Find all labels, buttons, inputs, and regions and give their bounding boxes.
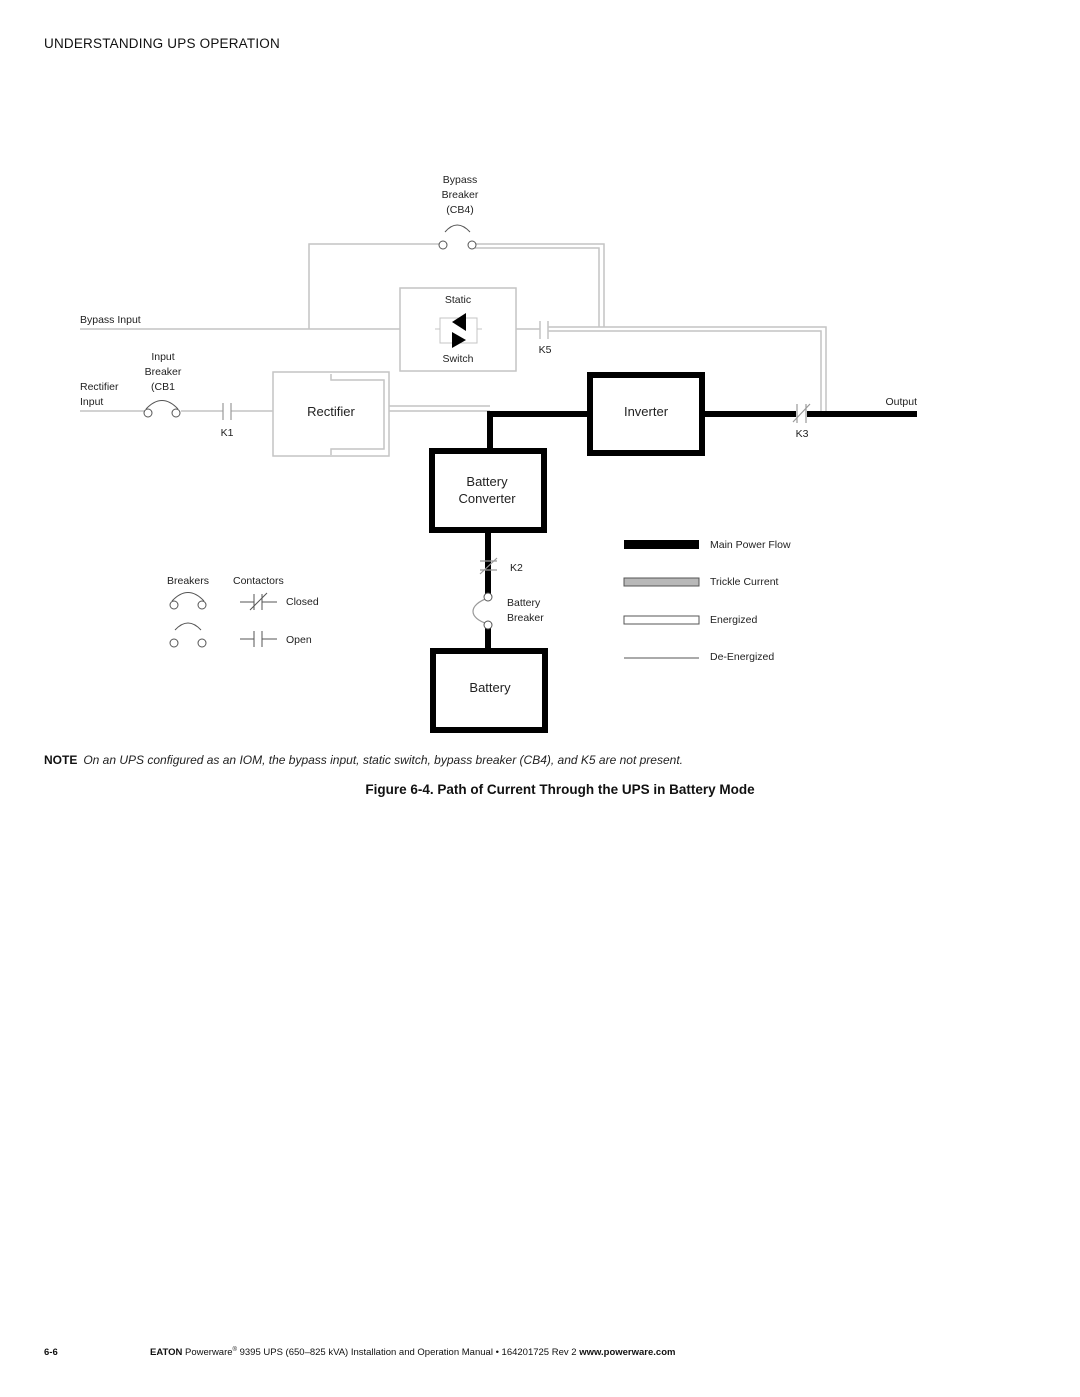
note-label: NOTE: [44, 753, 78, 767]
bypass-breaker-label-1: Bypass: [443, 174, 477, 186]
bypass-breaker-label-3: (CB4): [446, 204, 473, 216]
input-breaker-label-3: (CB1: [151, 381, 175, 393]
bypass-breaker-label-2: Breaker: [442, 189, 479, 201]
static-switch-label-bottom: Switch: [443, 353, 474, 365]
footer-product: Powerware: [185, 1347, 233, 1359]
bypass-breaker-cb4-symbol: [438, 224, 477, 250]
legend-label-main-power-flow: Main Power Flow: [710, 539, 791, 551]
k1-label: K1: [221, 427, 234, 439]
legend-label-energized: Energized: [710, 614, 757, 626]
main-flow-converter-to-inverter: [487, 411, 590, 451]
footer-url[interactable]: www.powerware.com: [579, 1347, 675, 1358]
breaker-open-icon: [169, 622, 207, 648]
rectifier-label: Rectifier: [307, 404, 355, 419]
input-breaker-label-2: Breaker: [145, 366, 182, 378]
rectifier-input-label-1: Rectifier: [80, 381, 119, 393]
legend-swatch-trickle-current: [623, 577, 700, 587]
static-switch-thyristors: [435, 313, 482, 348]
input-breaker-cb1-symbol: [143, 400, 181, 418]
legend-swatch-main-power-flow: [624, 540, 699, 549]
k1-contactor-symbol: [222, 403, 232, 420]
note: NOTE On an UPS configured as an IOM, the …: [44, 753, 683, 767]
energized-rectifier-output: [389, 405, 490, 412]
footer-brand: EATON: [150, 1347, 183, 1359]
static-switch-label-top: Static: [445, 294, 471, 306]
k5-label: K5: [539, 344, 552, 356]
battery-breaker-arc: [472, 597, 489, 625]
note-text: On an UPS configured as an IOM, the bypa…: [83, 753, 683, 767]
page-footer: 6-6 EATON Powerware® 9395 UPS (650–825 kV…: [44, 1347, 675, 1358]
open-label: Open: [286, 634, 312, 646]
bypass-branch-line: [308, 243, 441, 329]
battery-breaker-contact-bottom: [483, 620, 493, 630]
ups-battery-mode-diagram: Bypass Breaker (CB4) Static Switch K5 By…: [80, 174, 917, 733]
battery-breaker-contact-top: [483, 592, 493, 602]
page-number: 6-6: [44, 1347, 58, 1359]
battery-label: Battery: [469, 680, 511, 695]
legend-label-trickle-current: Trickle Current: [710, 576, 779, 588]
energized-bypass-path: [475, 243, 605, 327]
closed-label: Closed: [286, 596, 319, 608]
k3-label: K3: [796, 428, 809, 440]
battery-breaker-label-1: Battery: [507, 597, 541, 609]
line-legend: Main Power Flow Trickle Current Energize…: [623, 539, 791, 663]
symbol-key: Breakers Contactors Closed Open: [167, 575, 319, 648]
contactor-closed-icon: [240, 592, 277, 611]
battery-converter-label-2: Converter: [458, 491, 516, 506]
thyristor-forward-icon: [452, 332, 466, 348]
battery-converter-label-1: Battery: [466, 474, 508, 489]
output-label: Output: [885, 396, 917, 408]
legend-swatch-energized: [623, 615, 700, 625]
rectifier-input-label-2: Input: [80, 396, 103, 408]
contactor-open-icon: [240, 631, 277, 647]
breakers-header: Breakers: [167, 575, 209, 587]
bypass-input-label: Bypass Input: [80, 314, 141, 326]
inverter-label: Inverter: [624, 404, 669, 419]
thyristor-reverse-icon: [452, 313, 466, 331]
figure-caption: Figure 6-4. Path of Current Through the …: [365, 782, 755, 797]
footer-manual-info: 9395 UPS (650–825 kVA) Installation and …: [236, 1347, 580, 1359]
k2-label: K2: [510, 562, 523, 574]
legend-label-de-energized: De-Energized: [710, 651, 774, 663]
battery-breaker-label-2: Breaker: [507, 612, 544, 624]
breaker-closed-icon: [169, 592, 207, 610]
input-breaker-label-1: Input: [151, 351, 174, 363]
contactors-header: Contactors: [233, 575, 284, 587]
k5-contactor-symbol: [539, 321, 549, 339]
